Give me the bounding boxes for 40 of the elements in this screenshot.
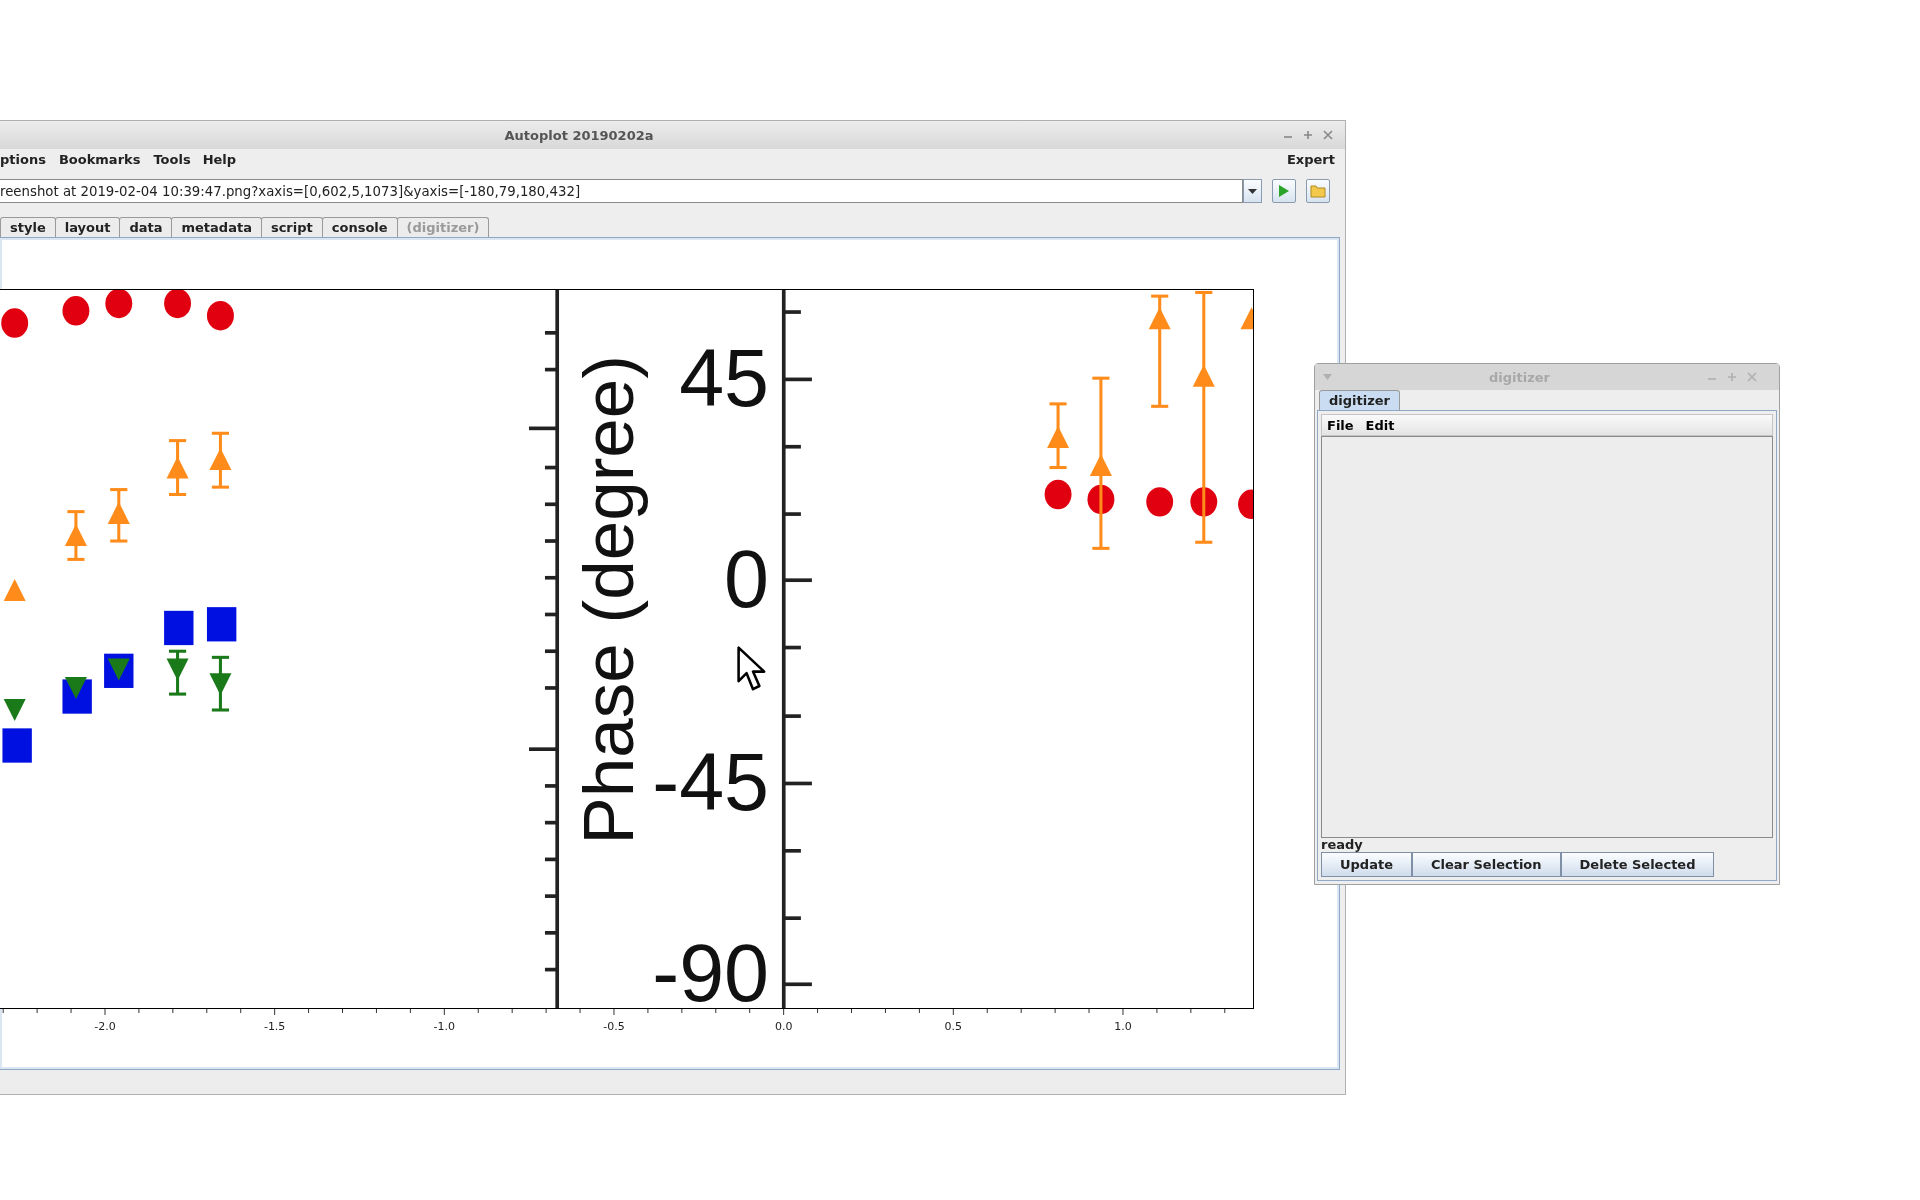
tick-label: -1.5 — [263, 1020, 286, 1033]
address-field[interactable]: reenshot at 2019-02-04 10:39:47.png?xaxis=[0,602,5,1073]&yaxis=[-180,79,180,432] — [0, 179, 1243, 203]
close-icon[interactable] — [1323, 130, 1333, 140]
maximize-icon[interactable] — [1303, 130, 1313, 140]
caret-icon — [1248, 188, 1257, 194]
tick-label: 45 — [679, 333, 770, 424]
status-text: ready — [1321, 838, 1363, 852]
open-button[interactable] — [1306, 179, 1330, 203]
tick-label: -2.0 — [94, 1020, 116, 1033]
tab[interactable]: layout — [54, 217, 121, 237]
dropdown-button[interactable] — [1243, 179, 1262, 203]
tick-label: -1.0 — [433, 1020, 456, 1033]
tab[interactable]: digitizer — [1319, 390, 1400, 410]
menu-caret-icon[interactable] — [1323, 374, 1332, 380]
action-button[interactable]: Update — [1321, 852, 1412, 877]
action-button[interactable]: Delete Selected — [1560, 852, 1715, 877]
tick-label: 0 — [724, 534, 770, 625]
tick-label: 0.5 — [944, 1020, 963, 1033]
tick-label: 1.0 — [1114, 1020, 1132, 1033]
action-button[interactable]: Clear Selection — [1412, 852, 1561, 877]
tick-label: 0.0 — [774, 1020, 793, 1033]
menu-item[interactable]: Edit — [1365, 417, 1395, 433]
tab[interactable]: script — [260, 217, 323, 237]
axis-title: Phase (degree) — [569, 355, 649, 845]
menu-item[interactable]: Help — [190, 151, 237, 167]
tick-label: -0.5 — [603, 1020, 625, 1033]
tab[interactable]: style — [0, 217, 56, 237]
menu-item[interactable]: Tools — [140, 151, 191, 167]
play-icon — [1279, 185, 1289, 197]
menu-item[interactable]: Bookmarks — [45, 151, 141, 167]
close-icon[interactable] — [1747, 372, 1757, 382]
menu-item[interactable]: ptions — [0, 151, 46, 167]
folder-icon — [1310, 184, 1326, 198]
run-button[interactable] — [1272, 179, 1296, 203]
tick-label: -90 — [652, 928, 770, 1008]
maximize-icon[interactable] — [1727, 372, 1737, 382]
menu-item[interactable]: Expert — [1287, 151, 1335, 167]
tick-label: -45 — [652, 737, 770, 828]
window-title: Autoplot 20190202a — [504, 127, 654, 143]
menu-item[interactable]: File — [1327, 417, 1354, 433]
